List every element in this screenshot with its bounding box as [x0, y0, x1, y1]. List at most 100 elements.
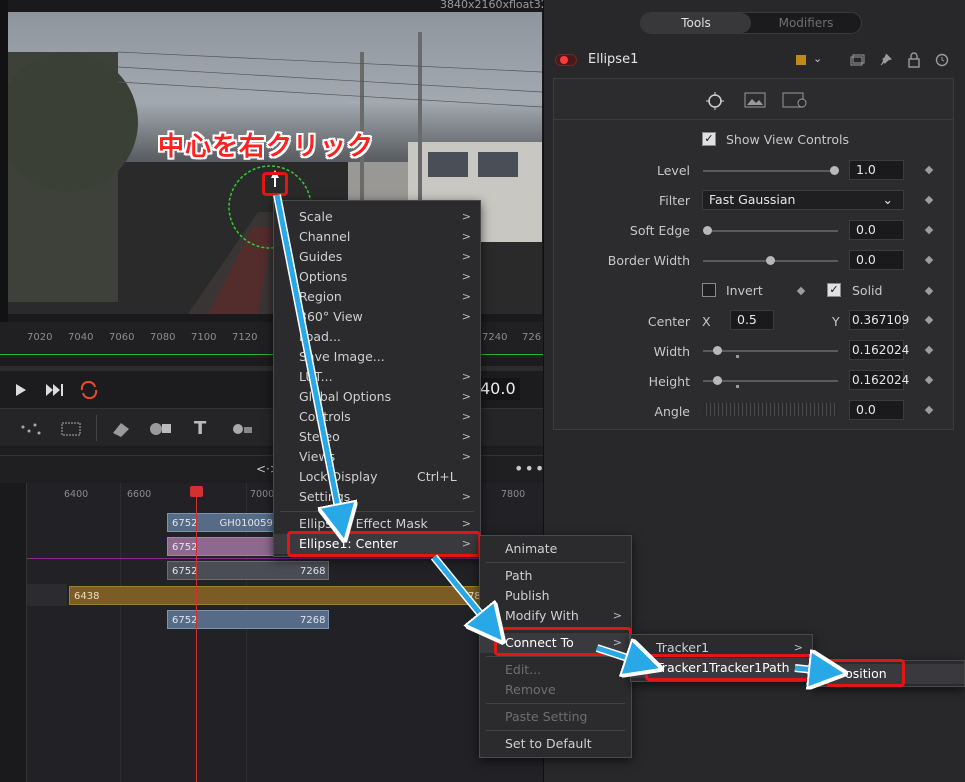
solid-checkbox[interactable]: ✓ [827, 283, 841, 297]
menu-item-animate[interactable]: Animate [480, 539, 631, 559]
timeline-tick: 6400 [64, 489, 89, 500]
playhead-handle[interactable] [190, 486, 203, 497]
height-field[interactable]: 0.162024 [849, 370, 909, 390]
node-color-swatch[interactable] [796, 55, 806, 65]
height-slider[interactable] [703, 376, 838, 385]
ruler-tick: 7240 [482, 332, 508, 343]
chevron-right-icon: > [461, 490, 471, 503]
menu-item-region[interactable]: Region > [274, 287, 480, 307]
menu-item-set-to-default[interactable]: Set to Default [480, 734, 631, 754]
soft-edge-slider[interactable] [703, 226, 838, 235]
chevron-right-icon: > [461, 430, 471, 443]
shape3d-tool-icon[interactable] [110, 419, 132, 439]
invert-checkbox[interactable] [702, 283, 716, 297]
lock-icon[interactable] [907, 52, 921, 68]
merge3d-tool-icon[interactable] [148, 419, 174, 439]
width-slider[interactable] [703, 346, 838, 355]
chevron-down-icon[interactable]: ⌄ [813, 52, 822, 65]
menu-item-load[interactable]: Load... [274, 327, 480, 347]
menu-item-guides[interactable]: Guides > [274, 247, 480, 267]
more-options-icon[interactable]: ••• [514, 459, 545, 478]
menu-item-stereo[interactable]: Stereo > [274, 427, 480, 447]
chevron-right-icon: > [461, 450, 471, 463]
menu-item-paste-setting: Paste Setting [505, 709, 588, 724]
level-field[interactable]: 1.0 [849, 160, 904, 180]
soft-edge-field[interactable]: 0.0 [849, 220, 904, 240]
chevron-right-icon: > [461, 310, 471, 323]
svg-text:T: T [194, 418, 207, 439]
play-icon[interactable] [14, 383, 28, 397]
timeline-tick: 7000 [250, 489, 275, 500]
settings-tab-icon[interactable] [782, 91, 808, 109]
invert-label: Invert [726, 283, 763, 298]
menu-item-controls[interactable]: Controls > [274, 407, 480, 427]
clip-5[interactable]: 6752 7268 [167, 610, 329, 629]
menu-item-lock-display[interactable]: Lock Display Ctrl+L [274, 467, 480, 487]
menu-item-global-options[interactable]: Global Options > [274, 387, 480, 407]
tab-modifiers[interactable]: Modifiers [751, 13, 861, 33]
center-item-highlight [287, 531, 481, 557]
timecode-field[interactable]: 40.0 [476, 378, 520, 400]
connect-to-highlight [494, 627, 632, 656]
menu-item-save-image[interactable]: Save Image... [274, 347, 480, 367]
clip-start: 6438 [74, 591, 100, 602]
image-tab-icon[interactable] [744, 91, 766, 109]
node-toggle[interactable] [555, 54, 577, 66]
tab-tools[interactable]: Tools [641, 13, 751, 33]
pin-icon[interactable] [878, 52, 894, 68]
menu-item-views[interactable]: Views > [274, 447, 480, 467]
versions-icon[interactable] [849, 53, 865, 67]
clip-end: 7268 [300, 615, 326, 626]
inspector-tabs: Tools Modifiers [640, 12, 862, 34]
border-width-slider[interactable] [703, 256, 838, 265]
center-y-label: Y [832, 314, 840, 329]
default-marker [736, 385, 739, 388]
viewer-edge [0, 0, 8, 322]
loop-icon[interactable] [78, 381, 100, 399]
particle-tool-icon[interactable] [15, 419, 45, 439]
controls-tab-icon[interactable] [705, 91, 725, 111]
menu-item-options[interactable]: Options > [274, 267, 480, 287]
chevron-right-icon: > [461, 410, 471, 423]
menu-item-remove: Remove [505, 682, 556, 697]
menu-item-scale[interactable]: Scale > [274, 207, 480, 227]
node-name: Ellipse1 [588, 52, 639, 67]
show-view-controls-label: Show View Controls [726, 132, 850, 147]
text3d-tool-icon[interactable]: T [190, 417, 214, 439]
filter-dropdown[interactable]: Fast Gaussian ⌄ [702, 190, 904, 210]
width-field[interactable]: 0.162024 [849, 340, 909, 360]
menu-item-edit: Edit... [505, 662, 542, 677]
menu-item-publish[interactable]: Publish [480, 586, 631, 606]
chevron-right-icon: > [461, 250, 471, 263]
clip-3[interactable]: 6752 7268 [167, 561, 329, 580]
menu-item-modify-with[interactable]: Modify With > [480, 606, 631, 626]
angle-field[interactable]: 0.0 [849, 400, 904, 420]
menu-item-lut[interactable]: LUT... > [274, 367, 480, 387]
center-x-field[interactable]: 0.5 [730, 310, 774, 330]
menu-item-channel[interactable]: Channel > [274, 227, 480, 247]
menu-item-path[interactable]: Path [480, 566, 631, 586]
menu-separator [280, 511, 474, 512]
menu-item-settings[interactable]: Settings > [274, 487, 480, 507]
clip-4[interactable]: 6438 78 [69, 586, 543, 605]
grid-tool-icon[interactable] [58, 419, 88, 439]
reset-icon[interactable] [934, 52, 950, 68]
center-y-field[interactable]: 0.367109 [849, 310, 909, 330]
angle-dial[interactable] [703, 403, 838, 416]
level-slider[interactable] [703, 166, 839, 175]
timeline-tick: 7800 [501, 489, 526, 500]
filter-value: Fast Gaussian [709, 192, 796, 207]
chevron-down-icon: ⌄ [882, 192, 893, 207]
menu-item-360-view[interactable]: 360° View > [274, 307, 480, 327]
chevron-right-icon: > [461, 210, 471, 223]
fast-forward-icon[interactable] [45, 383, 65, 397]
render3d-tool-icon[interactable] [228, 419, 254, 439]
center-highlight [262, 172, 288, 196]
menu-separator [486, 730, 625, 731]
default-marker [736, 355, 739, 358]
show-view-controls-checkbox[interactable]: ✓ [702, 132, 716, 146]
border-width-field[interactable]: 0.0 [849, 250, 904, 270]
chevron-right-icon: > [461, 230, 471, 243]
track-header [27, 584, 67, 606]
height-label: Height [648, 374, 690, 389]
